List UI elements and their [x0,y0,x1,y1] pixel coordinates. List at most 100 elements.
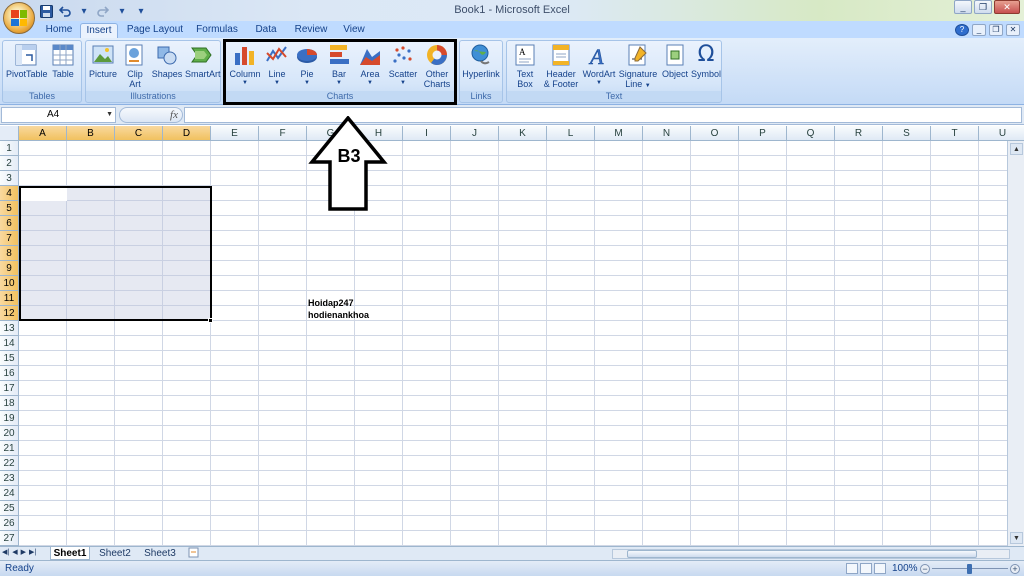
page-layout-view-icon[interactable] [860,563,872,574]
zoom-slider[interactable]: − + [920,564,1020,574]
wb-minimize-icon[interactable]: _ [972,24,986,36]
first-sheet-icon[interactable]: ◀| [2,548,9,556]
column-header-a[interactable]: A [19,126,67,141]
row-header-2[interactable]: 2 [0,156,19,171]
last-sheet-icon[interactable]: ▶| [29,548,36,556]
selection-range[interactable] [19,186,212,321]
office-button[interactable] [3,2,35,34]
sheet-tab-sheet2[interactable]: Sheet2 [94,547,136,560]
prev-sheet-icon[interactable]: ◀ [12,548,17,556]
row-header-23[interactable]: 23 [0,471,19,486]
restore-icon[interactable]: ❐ [974,0,992,14]
tab-data[interactable]: Data [250,23,282,38]
row-header-14[interactable]: 14 [0,336,19,351]
column-header-m[interactable]: M [595,126,643,141]
row-header-11[interactable]: 11 [0,291,19,306]
row-header-22[interactable]: 22 [0,456,19,471]
row-header-9[interactable]: 9 [0,261,19,276]
row-header-17[interactable]: 17 [0,381,19,396]
column-header-b[interactable]: B [67,126,115,141]
name-box[interactable]: A4 ▼ [1,107,116,123]
row-header-4[interactable]: 4 [0,186,19,201]
tab-review[interactable]: Review [290,23,332,38]
row-header-6[interactable]: 6 [0,216,19,231]
scroll-up-icon[interactable]: ▲ [1010,143,1023,155]
row-header-21[interactable]: 21 [0,441,19,456]
pivottable-button[interactable]: PivotTable [6,43,48,79]
row-header-25[interactable]: 25 [0,501,19,516]
row-header-3[interactable]: 3 [0,171,19,186]
object-button[interactable]: Object [659,43,691,79]
hyperlink-button[interactable]: Hyperlink [461,43,501,79]
tab-view[interactable]: View [338,23,370,38]
clipart-button[interactable]: Clip Art [122,43,148,89]
smartart-button[interactable]: SmartArt [185,43,221,79]
textbox-button[interactable]: A Text Box [509,43,541,89]
column-header-f[interactable]: F [259,126,307,141]
row-header-5[interactable]: 5 [0,201,19,216]
cell-g11[interactable]: Hoidap247 [308,298,354,308]
vertical-scrollbar[interactable]: ▲ ▼ [1007,141,1024,546]
column-header-u[interactable]: U [979,126,1024,141]
zoom-knob[interactable] [967,564,972,574]
table-button[interactable]: Table [48,43,78,79]
tab-insert[interactable]: Insert [80,23,118,38]
row-header-7[interactable]: 7 [0,231,19,246]
row-header-24[interactable]: 24 [0,486,19,501]
column-header-l[interactable]: L [547,126,595,141]
page-break-view-icon[interactable] [874,563,886,574]
column-header-s[interactable]: S [883,126,931,141]
row-header-26[interactable]: 26 [0,516,19,531]
fill-handle[interactable] [208,318,213,323]
column-header-o[interactable]: O [691,126,739,141]
active-cell[interactable] [21,188,67,201]
help-icon[interactable]: ? [955,24,969,36]
horizontal-scrollbar[interactable] [612,549,1010,559]
symbol-button[interactable]: Ω Symbol [691,43,721,80]
column-header-e[interactable]: E [211,126,259,141]
wordart-button[interactable]: A WordArt ▼ [581,43,617,87]
column-header-d[interactable]: D [163,126,211,141]
row-header-19[interactable]: 19 [0,411,19,426]
normal-view-icon[interactable] [846,563,858,574]
row-header-20[interactable]: 20 [0,426,19,441]
column-header-c[interactable]: C [115,126,163,141]
row-header-27[interactable]: 27 [0,531,19,546]
wb-close-icon[interactable]: ✕ [1006,24,1020,36]
sheet-tab-sheet3[interactable]: Sheet3 [140,547,180,560]
select-all-corner[interactable] [0,126,19,141]
column-header-k[interactable]: K [499,126,547,141]
column-header-i[interactable]: I [403,126,451,141]
tab-formulas[interactable]: Formulas [192,23,242,38]
zoom-level[interactable]: 100% [892,563,918,574]
wb-restore-icon[interactable]: ❐ [989,24,1003,36]
column-header-j[interactable]: J [451,126,499,141]
close-icon[interactable]: ✕ [994,0,1020,14]
picture-button[interactable]: Picture [88,43,118,79]
row-header-13[interactable]: 13 [0,321,19,336]
insert-sheet-icon[interactable] [186,547,202,560]
column-header-q[interactable]: Q [787,126,835,141]
row-header-8[interactable]: 8 [0,246,19,261]
signature-line-button[interactable]: Signature Line ▼ [618,43,658,91]
header-footer-button[interactable]: Header & Footer [542,43,580,89]
shapes-button[interactable]: Shapes [150,43,184,79]
row-header-15[interactable]: 15 [0,351,19,366]
row-header-12[interactable]: 12 [0,306,19,321]
column-header-p[interactable]: P [739,126,787,141]
column-header-t[interactable]: T [931,126,979,141]
sheet-tab-sheet1[interactable]: Sheet1 [50,547,90,560]
insert-function-icon[interactable]: fx [170,109,178,121]
horizontal-scroll-thumb[interactable] [627,550,977,558]
zoom-in-icon[interactable]: + [1010,564,1020,574]
row-header-10[interactable]: 10 [0,276,19,291]
row-header-1[interactable]: 1 [0,141,19,156]
zoom-out-icon[interactable]: − [920,564,930,574]
tab-page-layout[interactable]: Page Layout [124,23,186,38]
row-header-18[interactable]: 18 [0,396,19,411]
next-sheet-icon[interactable]: ▶ [21,548,26,556]
row-header-16[interactable]: 16 [0,366,19,381]
minimize-icon[interactable]: _ [954,0,972,14]
tab-home[interactable]: Home [40,23,78,38]
cell-g12[interactable]: hodienankhoa [308,310,369,320]
